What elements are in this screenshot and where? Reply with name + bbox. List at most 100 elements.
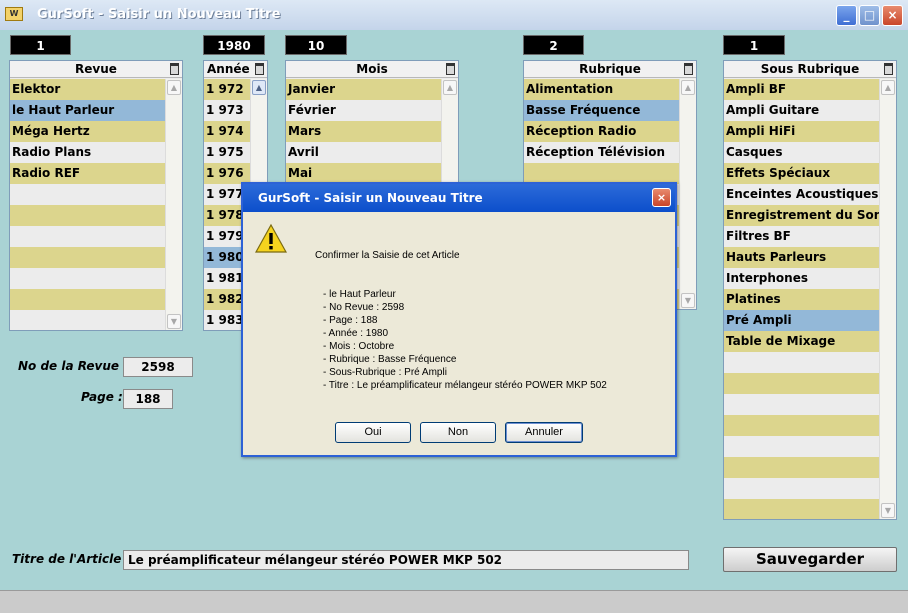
list-item[interactable]: Ampli HiFi	[724, 121, 879, 142]
window-close-button[interactable]: ×	[882, 5, 903, 26]
no-button[interactable]: Non	[420, 422, 496, 443]
list-item[interactable]: Ampli Guitare	[724, 100, 879, 121]
list-item[interactable]	[524, 163, 679, 184]
list-item[interactable]: 1 974	[204, 121, 250, 142]
revue-rows: Elektor le Haut Parleur Méga Hertz Radio Pl…	[10, 79, 165, 330]
scroll-down-icon[interactable]: ▼	[881, 503, 895, 518]
list-item[interactable]: Radio Plans	[10, 142, 165, 163]
list-item[interactable]	[10, 289, 165, 310]
list-item[interactable]: Réception Télévision	[524, 142, 679, 163]
trash-icon[interactable]	[255, 63, 264, 75]
scroll-up-icon[interactable]: ▲	[681, 80, 695, 95]
list-item[interactable]: Alimentation	[524, 79, 679, 100]
mois-list-header: Mois	[286, 61, 458, 78]
rubrique-list-header: Rubrique	[524, 61, 696, 78]
list-item[interactable]: Enregistrement du Son	[724, 205, 879, 226]
scrollbar[interactable]: ▲▼	[165, 79, 182, 330]
list-item[interactable]: Table de Mixage	[724, 331, 879, 352]
dialog-title: GurSoft - Saisir un Nouveau Titre	[258, 191, 483, 205]
sous-rubrique-listbox[interactable]: Sous Rubrique Ampli BF Ampli Guitare Ampli…	[723, 60, 897, 520]
list-item[interactable]	[10, 247, 165, 268]
list-item[interactable]	[724, 478, 879, 499]
list-item[interactable]: Basse Fréquence	[524, 100, 679, 121]
list-item[interactable]: Enceintes Acoustiques	[724, 184, 879, 205]
scroll-up-icon[interactable]: ▲	[443, 80, 457, 95]
list-item[interactable]	[724, 394, 879, 415]
list-item[interactable]: Platines	[724, 289, 879, 310]
dialog-detail-line: - Titre : Le préamplificateur mélangeur …	[323, 380, 607, 391]
list-item[interactable]: Pré Ampli	[724, 310, 879, 331]
scrollbar[interactable]: ▲▼	[679, 79, 696, 309]
list-item[interactable]: 1 973	[204, 100, 250, 121]
list-item[interactable]: Hauts Parleurs	[724, 247, 879, 268]
list-item[interactable]: Janvier	[286, 79, 441, 100]
list-item[interactable]	[724, 499, 879, 519]
annee-list-header: Année	[204, 61, 267, 78]
titre-field[interactable]: Le préamplificateur mélangeur stéréo POW…	[123, 550, 689, 570]
rubrique-header-label: Rubrique	[579, 62, 641, 76]
no-revue-field[interactable]: 2598	[123, 357, 193, 377]
list-item[interactable]: 1 975	[204, 142, 250, 163]
list-item[interactable]	[10, 310, 165, 330]
list-item[interactable]: Mai	[286, 163, 441, 184]
list-item[interactable]	[724, 457, 879, 478]
revue-header-label: Revue	[75, 62, 117, 76]
list-item[interactable]: Avril	[286, 142, 441, 163]
list-item[interactable]: Réception Radio	[524, 121, 679, 142]
warning-icon	[255, 223, 287, 253]
page-field[interactable]: 188	[123, 389, 173, 409]
list-item[interactable]	[724, 352, 879, 373]
trash-icon[interactable]	[684, 63, 693, 75]
list-item[interactable]: Mars	[286, 121, 441, 142]
save-button[interactable]: Sauvegarder	[723, 547, 897, 572]
list-item[interactable]	[10, 268, 165, 289]
sous-rubrique-list-header: Sous Rubrique	[724, 61, 896, 78]
list-item[interactable]: Ampli BF	[724, 79, 879, 100]
list-item[interactable]: Radio REF	[10, 163, 165, 184]
list-item[interactable]	[10, 226, 165, 247]
sous-rubrique-header-label: Sous Rubrique	[760, 62, 860, 76]
dialog-detail-line: - le Haut Parleur	[323, 289, 396, 300]
yes-button[interactable]: Oui	[335, 422, 411, 443]
list-item[interactable]: Interphones	[724, 268, 879, 289]
list-item[interactable]: Effets Spéciaux	[724, 163, 879, 184]
list-item[interactable]: le Haut Parleur	[10, 100, 165, 121]
cancel-button[interactable]: Annuler	[505, 422, 583, 443]
status-bar	[0, 590, 908, 613]
list-item[interactable]	[10, 184, 165, 205]
revue-listbox[interactable]: Revue Elektor le Haut Parleur Méga Hertz Ra…	[9, 60, 183, 331]
rubrique-counter: 2	[523, 35, 584, 55]
trash-icon[interactable]	[884, 63, 893, 75]
dialog-titlebar[interactable]: GurSoft - Saisir un Nouveau Titre ×	[243, 184, 675, 212]
titre-label: Titre de l'Article :	[12, 552, 131, 566]
window-titlebar[interactable]: W GurSoft - Saisir un Nouveau Titre _ □ …	[0, 0, 908, 30]
list-item[interactable]: Filtres BF	[724, 226, 879, 247]
list-item[interactable]: 1 972	[204, 79, 250, 100]
trash-icon[interactable]	[446, 63, 455, 75]
list-item[interactable]: 1 976	[204, 163, 250, 184]
scroll-down-icon[interactable]: ▼	[167, 314, 181, 329]
page-label: Page :	[81, 390, 123, 404]
list-item[interactable]	[724, 373, 879, 394]
minimize-button[interactable]: _	[836, 5, 857, 26]
list-item[interactable]: Elektor	[10, 79, 165, 100]
dialog-detail-line: - Rubrique : Basse Fréquence	[323, 354, 457, 365]
trash-icon[interactable]	[170, 63, 179, 75]
list-item[interactable]	[724, 436, 879, 457]
annee-counter: 1980	[203, 35, 265, 55]
maximize-button[interactable]: □	[859, 5, 880, 26]
dialog-message: Confirmer la Saisie de cet Article	[315, 250, 460, 261]
list-item[interactable]: Méga Hertz	[10, 121, 165, 142]
scroll-down-icon[interactable]: ▼	[681, 293, 695, 308]
scroll-up-icon[interactable]: ▲	[881, 80, 895, 95]
list-item[interactable]: Casques	[724, 142, 879, 163]
annee-header-label: Année	[207, 62, 250, 76]
scrollbar[interactable]: ▲▼	[879, 79, 896, 519]
revue-list-header: Revue	[10, 61, 182, 78]
list-item[interactable]: Février	[286, 100, 441, 121]
dialog-close-button[interactable]: ×	[652, 188, 671, 207]
scroll-up-icon[interactable]: ▲	[252, 80, 266, 95]
scroll-up-icon[interactable]: ▲	[167, 80, 181, 95]
list-item[interactable]	[724, 415, 879, 436]
list-item[interactable]	[10, 205, 165, 226]
